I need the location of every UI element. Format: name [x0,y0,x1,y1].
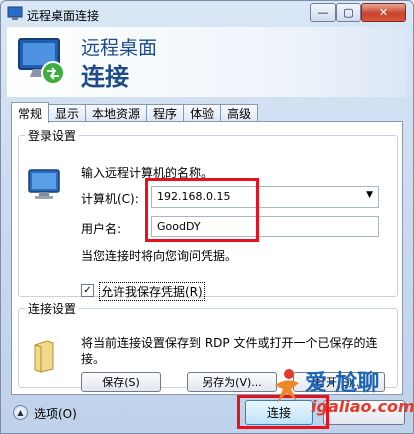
dropdown-arrow-icon[interactable]: ▼ [366,190,373,200]
general-tab-panel: 登录设置 输入远程计算机的名称。 计算机(C): 192.168.0.15 ▼ … [11,121,403,395]
maximize-icon: ▢ [343,6,354,19]
save-as-button[interactable]: 另存为(V)... [187,372,277,392]
options-toggle-label[interactable]: 选项(O) [34,405,77,422]
close-icon: ✕ [378,6,389,19]
folder-document-icon [34,340,54,373]
header-banner: 远程桌面 连接 [7,27,407,97]
save-credentials-checkbox[interactable]: ✓ [81,284,94,297]
close-button[interactable]: ✕ [361,3,406,22]
credential-note: 当您连接时将向您询问凭据。 [81,249,238,263]
app-monitor-icon [7,6,23,20]
computer-label: 计算机(C): [81,192,139,206]
remote-desktop-window: 远程桌面连接 — ▢ ✕ 远程桌面 连接 常规 显示 本地资源 程序 体验 高级… [0,0,414,434]
tab-programs[interactable]: 程序 [146,104,185,122]
computer-value: 192.168.0.15 [157,190,231,203]
title-bar[interactable]: 远程桌面连接 — ▢ ✕ [1,1,413,27]
help-button[interactable] [323,400,405,425]
open-button[interactable]: 打开(E)... [293,372,385,392]
tab-general[interactable]: 常规 [11,102,50,123]
login-settings-legend: 登录设置 [28,129,77,143]
tab-display[interactable]: 显示 [48,104,87,122]
login-settings-group: 登录设置 输入远程计算机的名称。 计算机(C): 192.168.0.15 ▼ … [18,127,398,301]
header-title-line1: 远程桌面 [81,37,158,59]
save-button[interactable]: 保存(S) [81,372,161,392]
minimize-button[interactable]: — [310,3,336,22]
connection-settings-legend: 连接设置 [28,302,77,316]
connection-description: 将当前连接设置保存到 RDP 文件或打开一个已保存的连接。 [81,336,378,366]
header-title-line2: 连接 [81,63,129,91]
computer-combobox[interactable]: 192.168.0.15 ▼ [151,186,379,208]
username-value: GoodDY [157,220,201,233]
options-arrow-icon[interactable]: ▲ [13,405,28,420]
computer-user-icon [28,169,60,199]
username-input[interactable]: GoodDY [151,216,379,237]
save-credentials-label[interactable]: 允许我保存凭据(R) [99,282,205,301]
connect-button[interactable]: 连接 [245,400,313,425]
window-title: 远程桌面连接 [27,9,100,23]
login-prompt-text: 输入远程计算机的名称。 [81,166,214,180]
tab-local-resources[interactable]: 本地资源 [85,104,148,122]
rdp-monitor-icon [18,38,65,85]
connection-settings-group: 连接设置 将当前连接设置保存到 RDP 文件或打开一个已保存的连接。 保存(S)… [18,300,398,392]
maximize-button[interactable]: ▢ [336,3,361,22]
username-label: 用户名: [81,222,122,236]
minimize-icon: — [317,6,329,19]
tab-advanced[interactable]: 高级 [220,104,259,122]
tab-strip: 常规 显示 本地资源 程序 体验 高级 [11,102,259,123]
tab-experience[interactable]: 体验 [183,104,222,122]
